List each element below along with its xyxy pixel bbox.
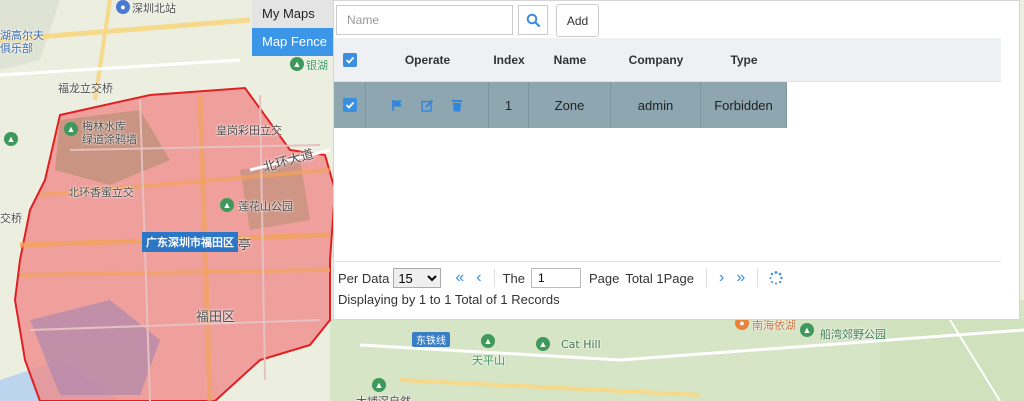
first-page-icon[interactable]: « bbox=[455, 270, 464, 286]
table-header: Operate Index Name Company Type bbox=[334, 38, 1001, 82]
fence-panel: Add Operate Index Name Company Type bbox=[333, 0, 1020, 320]
tab-map-fence[interactable]: Map Fence bbox=[252, 28, 334, 56]
refresh-icon[interactable] bbox=[768, 270, 784, 286]
park-icon: ▲ bbox=[220, 198, 234, 212]
row-checkbox[interactable] bbox=[342, 98, 357, 112]
map-label-futian: 福田区 bbox=[196, 310, 236, 325]
map-label-chuanwan: 船湾郊野公园 bbox=[820, 328, 886, 341]
add-button[interactable]: Add bbox=[556, 4, 599, 37]
search-input[interactable] bbox=[336, 5, 513, 35]
map-label-cat-hill: Cat Hill bbox=[561, 338, 601, 351]
per-page-select[interactable]: 15 bbox=[393, 268, 442, 288]
header-operate: Operate bbox=[404, 52, 451, 67]
map-label-huanggang: 皇岗彩田立交 bbox=[216, 124, 282, 137]
display-info: Displaying by 1 to 1 Total of 1 Records bbox=[338, 292, 560, 307]
map-label-lianhua: 莲花山公园 bbox=[238, 200, 293, 213]
park-icon: ▲ bbox=[536, 337, 550, 351]
prev-page-icon[interactable]: ‹ bbox=[476, 270, 481, 286]
table-row[interactable]: 1 Zone admin Forbidden bbox=[334, 82, 1001, 128]
page-number-input[interactable] bbox=[530, 268, 581, 288]
row-name: Zone bbox=[529, 82, 611, 128]
fence-table: Operate Index Name Company Type 1 Zone a… bbox=[334, 38, 1001, 128]
search-button[interactable] bbox=[518, 5, 548, 35]
station-icon: ● bbox=[116, 0, 130, 14]
total-pages-label: Total 1Page bbox=[625, 270, 694, 286]
delete-icon[interactable] bbox=[450, 98, 464, 112]
row-checkbox-cell[interactable] bbox=[334, 82, 366, 128]
park-icon: ▲ bbox=[372, 378, 386, 392]
flag-icon[interactable] bbox=[390, 98, 404, 112]
row-index: 1 bbox=[489, 82, 529, 128]
map-label-qiao: 交桥 bbox=[0, 212, 22, 225]
the-label: The bbox=[502, 270, 525, 286]
header-name[interactable]: Name bbox=[529, 38, 611, 81]
header-index: Index bbox=[493, 52, 525, 67]
per-data-label: Per Data bbox=[338, 270, 390, 286]
map-label-xiangmi: 北环香蜜立交 bbox=[68, 186, 134, 199]
park-icon: ▲ bbox=[800, 323, 814, 337]
header-checkbox-cell[interactable] bbox=[334, 38, 366, 81]
park-icon: ▲ bbox=[290, 57, 304, 71]
check-icon bbox=[345, 101, 354, 109]
pager-divider bbox=[757, 269, 759, 287]
park-icon: ▲ bbox=[4, 132, 18, 146]
row-type: Forbidden bbox=[701, 82, 787, 128]
map-label-meilin-2: 绿道涂鸦墙 bbox=[82, 133, 137, 146]
map-label-tianping: 天平山 bbox=[472, 354, 505, 367]
header-company[interactable]: Company bbox=[611, 38, 701, 81]
map-label-yinhu: 银湖 bbox=[306, 59, 328, 72]
map-label-golf-2: 俱乐部 bbox=[0, 42, 33, 55]
row-company: admin bbox=[611, 82, 701, 128]
edit-icon[interactable] bbox=[420, 98, 434, 112]
last-page-icon[interactable]: » bbox=[736, 270, 745, 286]
map-label-station: 深圳北站 bbox=[132, 2, 176, 15]
next-page-icon[interactable]: › bbox=[719, 270, 724, 286]
header-type[interactable]: Type bbox=[701, 38, 787, 81]
district-tag: 广东深圳市福田区 bbox=[142, 232, 238, 252]
select-all-checkbox[interactable] bbox=[343, 52, 357, 67]
pagination-bar: Per Data 15 « ‹ The Page Total 1Page › » bbox=[334, 261, 1001, 313]
map-label-bottom: 大埔滘自然 bbox=[356, 393, 411, 401]
page-label: Page bbox=[588, 270, 620, 286]
row-operate-cell bbox=[366, 82, 489, 128]
pager-divider bbox=[493, 269, 495, 287]
pager-divider bbox=[706, 269, 707, 287]
tab-my-maps[interactable]: My Maps bbox=[252, 0, 334, 28]
search-icon bbox=[526, 13, 540, 27]
map-label-ting: 亭 bbox=[238, 238, 252, 253]
park-icon: ▲ bbox=[64, 122, 78, 136]
park-icon: ▲ bbox=[481, 334, 495, 348]
map-label-interchange: 福龙立交桥 bbox=[58, 82, 113, 95]
check-icon bbox=[345, 56, 355, 64]
metro-tag: 东铁线 bbox=[412, 332, 450, 347]
